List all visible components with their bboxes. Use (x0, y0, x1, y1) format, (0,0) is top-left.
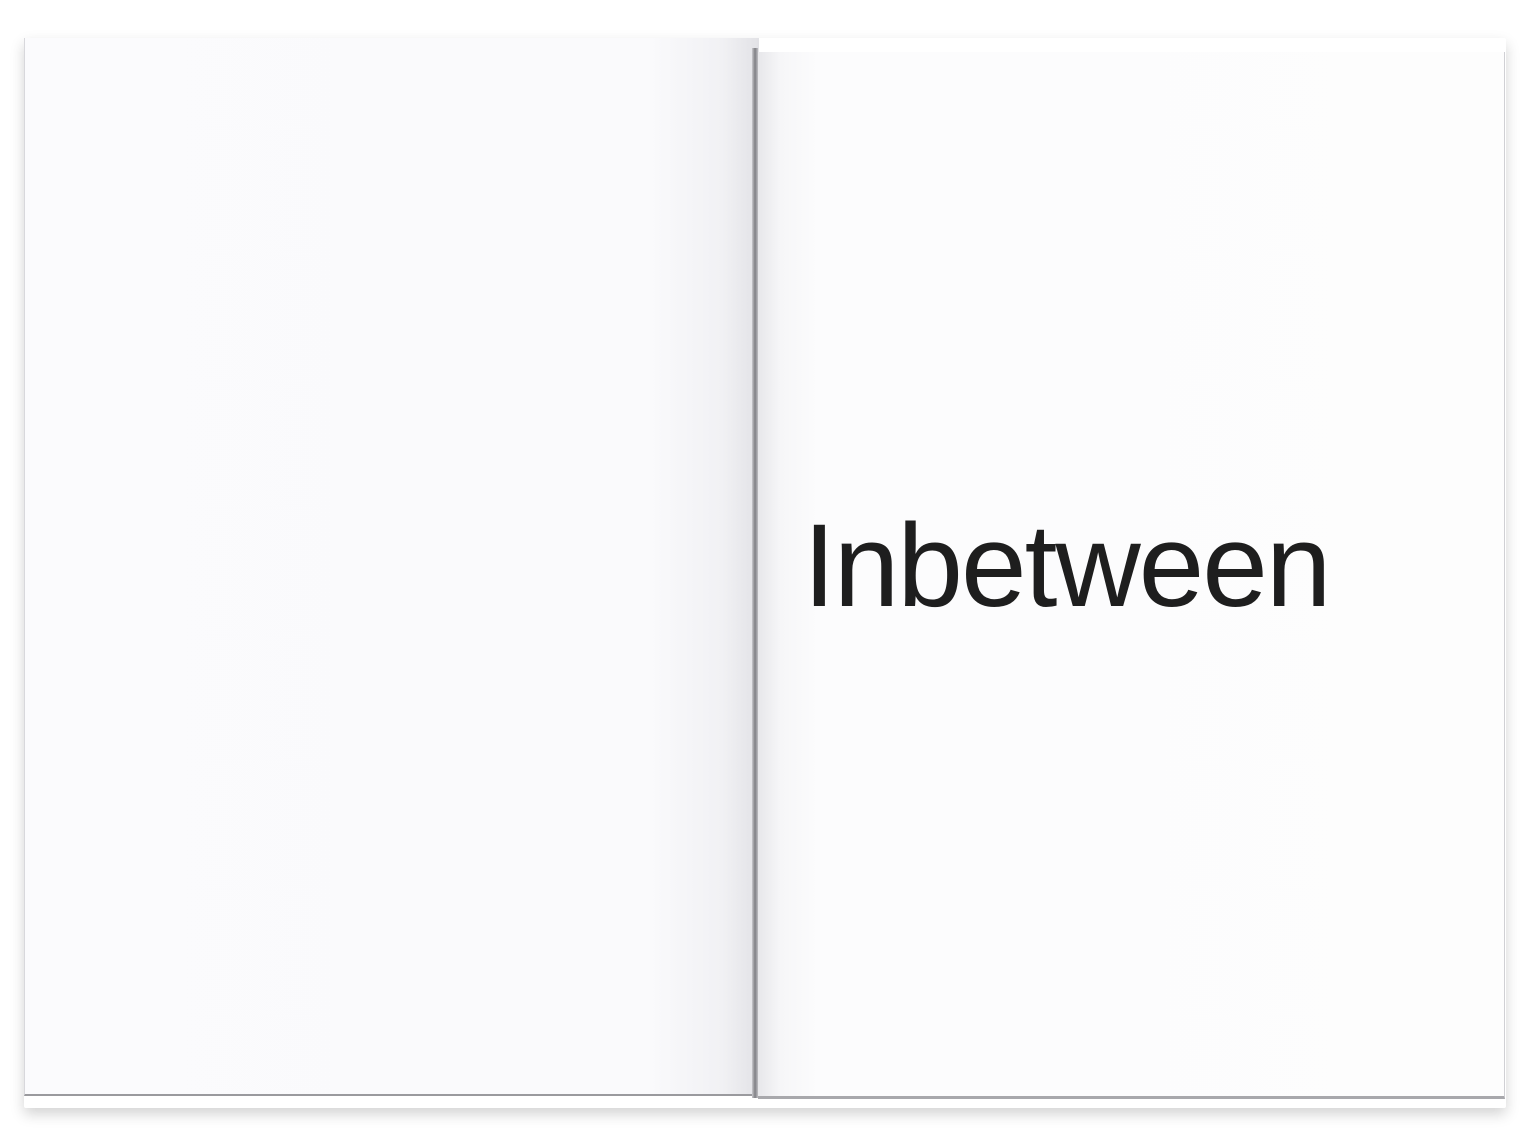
page-title: Inbetween (803, 500, 1332, 632)
book-spread: Inbetween (0, 0, 1531, 1134)
book-spine (752, 48, 758, 1098)
left-page (24, 38, 759, 1096)
